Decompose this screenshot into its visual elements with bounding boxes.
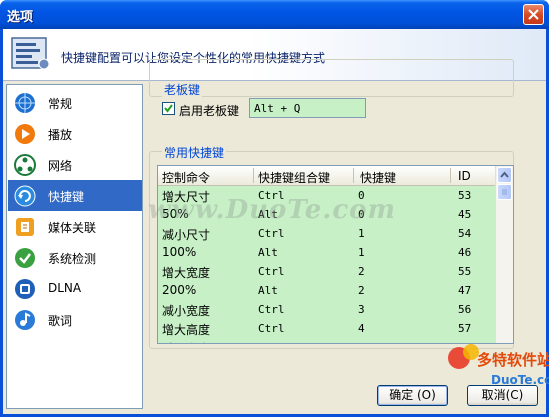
cell-key: 1 xyxy=(358,246,365,259)
cell-command: 减小宽度 xyxy=(162,304,211,318)
cell-key: 3 xyxy=(358,303,365,316)
table-header: 控制命令 快捷键组合键 快捷键 ID xyxy=(158,166,497,186)
sidebar-item-label: 常规 xyxy=(48,97,73,111)
table-row[interactable]: 100% Alt 1 46 xyxy=(158,242,497,261)
table-row[interactable]: 减小宽度 Ctrl 3 56 xyxy=(158,299,497,318)
options-window: 选项 快捷键配置可以让您设定个性化的常用快捷键方式 常规 播放 网络 快捷键 媒… xyxy=(0,0,549,417)
hotkey-icon xyxy=(14,185,36,207)
cell-id: 57 xyxy=(458,322,472,335)
sidebar-item-general[interactable]: 常规 xyxy=(8,87,142,118)
sidebar-item-hotkeys[interactable]: 快捷键 xyxy=(8,180,142,211)
boss-key-group-title: 老板键 xyxy=(162,81,203,98)
logo-en-text: DuoTe.com xyxy=(491,373,549,387)
scroll-up-button[interactable] xyxy=(497,167,512,183)
grip-icon xyxy=(502,189,507,195)
cell-key: 2 xyxy=(358,265,365,278)
enable-boss-key-label: 启用老板键 xyxy=(179,104,240,118)
cell-id: 53 xyxy=(458,189,472,202)
cell-command: 200% xyxy=(162,283,197,297)
column-header-id[interactable]: ID xyxy=(458,169,471,183)
system-check-icon xyxy=(15,248,35,268)
logo-graphic: 多特软件站 DuoTe.com xyxy=(448,344,549,387)
sidebar-item-label: 快捷键 xyxy=(48,190,85,204)
cell-command: 100% xyxy=(162,245,197,259)
cell-modifier: Ctrl xyxy=(258,322,285,335)
column-header-command[interactable]: 控制命令 xyxy=(162,169,210,186)
watermark: www.DuoTe.com xyxy=(148,195,397,225)
close-icon xyxy=(528,9,539,20)
category-sidebar: 常规 播放 网络 快捷键 媒体关联 系统检测 DLNA 歌词 xyxy=(6,84,143,409)
column-header-key[interactable]: 快捷键 xyxy=(360,169,396,186)
sidebar-item-media-association[interactable]: 媒体关联 xyxy=(8,211,142,242)
cell-key: 4 xyxy=(358,322,365,335)
cell-command: 增大高度 xyxy=(162,323,211,337)
sidebar-item-network[interactable]: 网络 xyxy=(8,149,142,180)
table-row[interactable]: 减小尺寸 Ctrl 1 54 xyxy=(158,223,497,242)
cell-id: 46 xyxy=(458,246,472,259)
site-logo: 多特软件站 DuoTe.com xyxy=(445,340,549,402)
settings-panel-icon xyxy=(11,37,50,70)
sidebar-item-label: 播放 xyxy=(48,128,73,142)
cell-modifier: Ctrl xyxy=(258,227,285,240)
cell-id: 45 xyxy=(458,208,472,221)
vertical-scrollbar[interactable] xyxy=(495,166,513,343)
cell-key: 5 xyxy=(358,341,365,343)
scroll-thumb[interactable] xyxy=(497,184,512,200)
cell-command: 减小尺寸 xyxy=(162,228,211,242)
media-icon xyxy=(16,218,34,236)
cell-modifier: Ctrl xyxy=(258,265,285,278)
boss-key-group xyxy=(149,59,514,97)
close-button[interactable] xyxy=(523,4,544,25)
cell-modifier: Ctrl xyxy=(258,341,285,343)
play-icon xyxy=(15,124,35,144)
logo-cn-text: 多特软件站 xyxy=(477,351,549,369)
sidebar-item-lyrics[interactable]: 歌词 xyxy=(8,304,142,335)
cell-id: 47 xyxy=(458,284,472,297)
boss-key-hotkey-input[interactable]: Alt + Q xyxy=(249,98,366,118)
arrow-up-icon xyxy=(500,171,509,178)
title-bar[interactable]: 选项 xyxy=(0,0,549,29)
column-header-modifier[interactable]: 快捷键组合键 xyxy=(258,169,330,186)
cell-id: 56 xyxy=(458,303,472,316)
sidebar-item-label: 媒体关联 xyxy=(48,221,97,235)
cell-modifier: Alt xyxy=(258,284,278,297)
sidebar-item-playback[interactable]: 播放 xyxy=(8,118,142,149)
window-title: 选项 xyxy=(7,10,34,25)
lyrics-icon xyxy=(15,310,35,330)
sidebar-item-label: 网络 xyxy=(48,159,73,173)
cell-id: 55 xyxy=(458,265,472,278)
sidebar-item-system-check[interactable]: 系统检测 xyxy=(8,242,142,273)
sidebar-item-label: DLNA xyxy=(48,281,82,295)
table-row[interactable]: 增大宽度 Ctrl 2 55 xyxy=(158,261,497,280)
cell-modifier: Alt xyxy=(258,246,278,259)
cell-modifier: Ctrl xyxy=(258,303,285,316)
dlna-icon xyxy=(15,279,35,299)
table-row[interactable]: 增大高度 Ctrl 4 57 xyxy=(158,318,497,337)
shortcuts-table: 控制命令 快捷键组合键 快捷键 ID 增大尺寸 Ctrl 0 53 50% Alt 0 45 减… xyxy=(157,165,514,344)
enable-boss-key-checkbox[interactable] xyxy=(162,102,175,115)
cell-command: 增大宽度 xyxy=(162,266,211,280)
table-row[interactable]: 200% Alt 2 47 xyxy=(158,280,497,299)
globe-icon xyxy=(15,93,35,113)
shortcuts-group-title: 常用快捷键 xyxy=(162,144,227,161)
cell-command: 减小高度 xyxy=(162,340,210,343)
cell-id: 54 xyxy=(458,227,472,240)
sidebar-item-dlna[interactable]: DLNA xyxy=(8,273,142,304)
sidebar-item-label: 系统检测 xyxy=(48,252,97,266)
network-icon xyxy=(14,154,36,176)
cell-key: 1 xyxy=(358,227,365,240)
checkmark-icon xyxy=(164,104,173,113)
cell-key: 2 xyxy=(358,284,365,297)
sidebar-item-label: 歌词 xyxy=(48,314,73,328)
ok-button[interactable]: 确定 (O) xyxy=(377,385,448,406)
